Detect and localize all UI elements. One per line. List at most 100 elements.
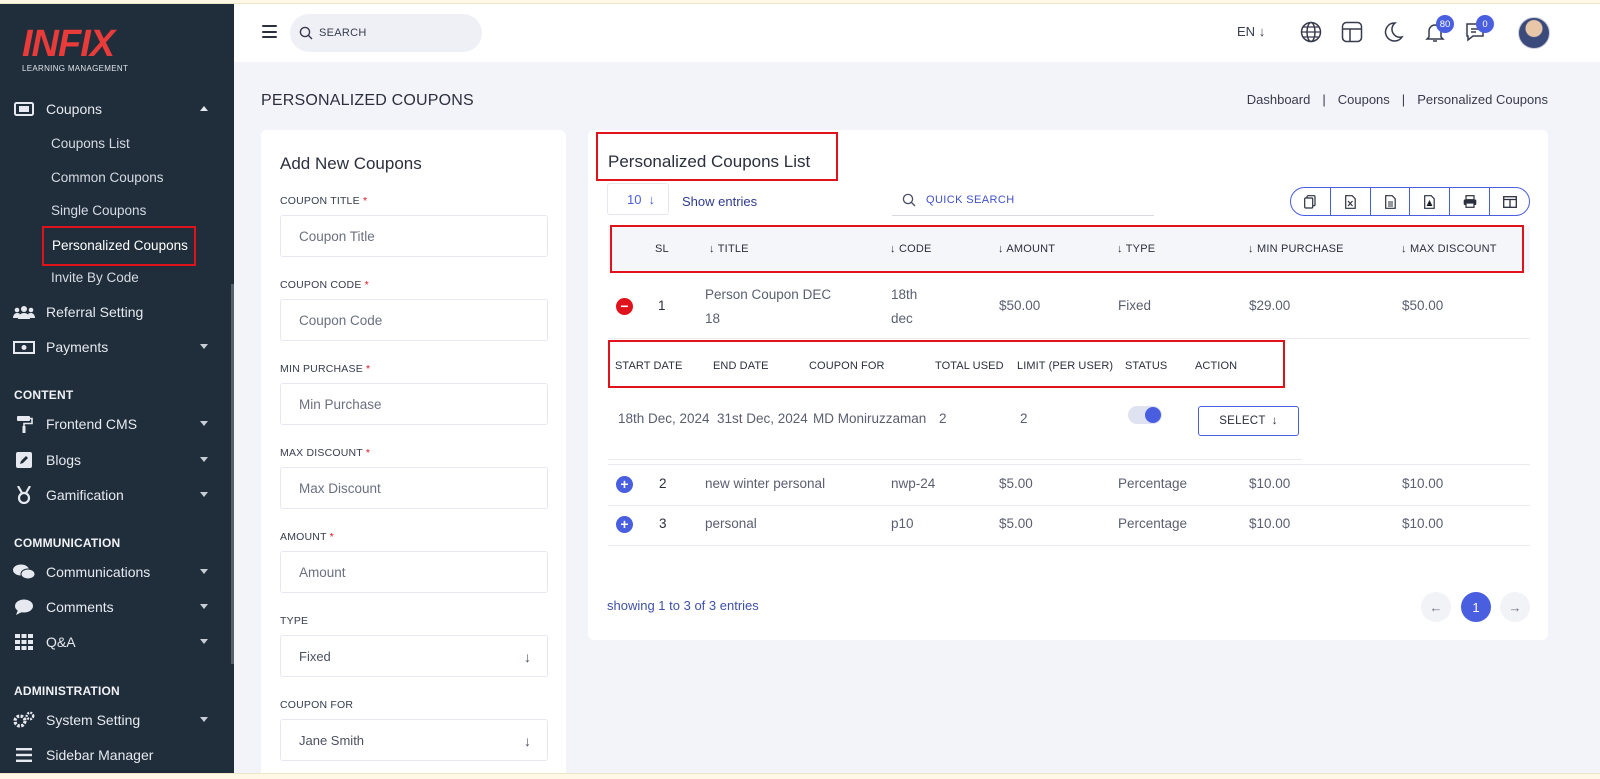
copy-button[interactable]	[1291, 188, 1331, 215]
coupon-title-input[interactable]	[280, 215, 548, 257]
coupon-code-input[interactable]	[280, 299, 548, 341]
coupon-code-label: COUPON CODE *	[280, 279, 369, 291]
type-select[interactable]: Fixed ↓	[280, 635, 548, 677]
sidebar-item-comments[interactable]: Comments	[0, 592, 230, 622]
sidebar-item-label: Referral Setting	[46, 304, 144, 320]
user-avatar[interactable]	[1518, 17, 1550, 49]
detail-total-used: 2	[939, 411, 947, 426]
arrow-down-icon: ↓	[1271, 415, 1278, 427]
menu-toggle-icon[interactable]	[262, 25, 277, 38]
sidebar-sub-single-coupons[interactable]: Single Coupons	[51, 203, 146, 218]
sidebar-item-label: Communications	[46, 564, 151, 580]
sidebar-item-referral[interactable]: Referral Setting	[0, 297, 230, 327]
users-icon	[0, 305, 46, 319]
min-purchase-input[interactable]	[280, 383, 548, 425]
entries-select[interactable]: 10 ↓	[607, 183, 669, 215]
sidebar-item-communications[interactable]: Communications	[0, 557, 230, 587]
row-divider	[608, 505, 1530, 506]
arrow-down-icon: ↓	[890, 243, 896, 255]
sidebar-item-sidebar-manager[interactable]: Sidebar Manager	[0, 740, 230, 770]
row1-type: Fixed	[1118, 298, 1152, 313]
detail-col-total-used: TOTAL USED	[935, 360, 1004, 372]
breadcrumb-separator: |	[1401, 92, 1406, 107]
sidebar-item-system-setting[interactable]: System Setting	[0, 705, 230, 735]
collapse-row-button[interactable]: −	[616, 298, 633, 315]
col-amount[interactable]: ↓ AMOUNT	[998, 243, 1055, 255]
arrow-down-icon: ↓	[648, 192, 655, 207]
sidebar-item-coupons[interactable]: Coupons	[0, 94, 230, 124]
col-max-discount[interactable]: ↓ MAX DISCOUNT	[1401, 243, 1497, 255]
sidebar-item-qa[interactable]: Q&A	[0, 627, 230, 657]
top-bar: EN ↓ 80 0	[234, 4, 1600, 62]
language-value: EN	[1237, 24, 1256, 39]
max-discount-input[interactable]	[280, 467, 548, 509]
detail-divider	[608, 459, 1302, 460]
detail-col-limit: LIMIT (PER USER)	[1017, 360, 1114, 372]
brand-logo[interactable]: INFIX LEARNING MANAGEMENT	[22, 24, 128, 73]
sidebar-sub-common-coupons[interactable]: Common Coupons	[51, 170, 164, 185]
quick-search-input[interactable]	[926, 194, 1126, 206]
sidebar-item-frontend-cms[interactable]: Frontend CMS	[0, 409, 230, 439]
prev-page-button[interactable]: ←	[1421, 592, 1451, 622]
sidebar-sub-coupons-list[interactable]: Coupons List	[51, 136, 130, 151]
breadcrumb-coupons[interactable]: Coupons	[1338, 92, 1390, 107]
row3-min-purchase: $10.00	[1249, 516, 1291, 531]
sidebar-item-payments[interactable]: Payments	[0, 332, 230, 362]
chevron-up-icon	[200, 106, 208, 111]
csv-button[interactable]	[1371, 188, 1411, 215]
pdf-button[interactable]	[1410, 188, 1451, 215]
col-min-purchase[interactable]: ↓ MIN PURCHASE	[1248, 243, 1344, 255]
layout-icon[interactable]	[1341, 21, 1365, 45]
notification-bell[interactable]: 80	[1424, 15, 1454, 45]
expand-row-button[interactable]: +	[616, 476, 633, 493]
row1-sl: 1	[658, 298, 666, 313]
col-title[interactable]: ↓ TITLE	[709, 243, 749, 255]
col-sl[interactable]: SL	[655, 243, 669, 255]
search-icon	[299, 26, 313, 40]
arrow-down-icon: ↓	[998, 243, 1004, 255]
search-input[interactable]	[319, 27, 469, 39]
notification-count-badge: 80	[1436, 15, 1454, 33]
col-type[interactable]: ↓ TYPE	[1117, 243, 1155, 255]
sidebar-item-blogs[interactable]: Blogs	[0, 445, 230, 475]
amount-input[interactable]	[280, 551, 548, 593]
sidebar-scrollbar[interactable]	[231, 284, 234, 664]
arrow-down-icon: ↓	[709, 243, 715, 255]
row-divider	[608, 464, 1530, 465]
globe-icon[interactable]	[1300, 21, 1324, 45]
detail-col-coupon-for: COUPON FOR	[809, 360, 885, 372]
quick-search-box[interactable]	[892, 185, 1154, 216]
action-select-label: SELECT	[1219, 415, 1266, 427]
comment-icon	[0, 599, 46, 615]
breadcrumb-dashboard[interactable]: Dashboard	[1247, 92, 1311, 107]
chevron-down-icon	[200, 717, 208, 722]
excel-file-icon	[1344, 194, 1356, 209]
page-button-current[interactable]: 1	[1461, 592, 1491, 622]
sidebar-sub-personalized-coupons[interactable]: Personalized Coupons	[42, 226, 196, 266]
search-box[interactable]	[290, 14, 482, 52]
moon-icon[interactable]	[1382, 21, 1406, 45]
action-select-button[interactable]: SELECT ↓	[1198, 406, 1299, 436]
messages-button[interactable]: 0	[1464, 15, 1494, 45]
sidebar-sub-invite-by-code[interactable]: Invite By Code	[51, 270, 139, 285]
row1-title-line2: 18	[705, 311, 721, 326]
row2-title: new winter personal	[705, 476, 826, 491]
list-heading: Personalized Coupons List	[608, 152, 811, 171]
expand-row-button[interactable]: +	[616, 516, 633, 533]
chevron-down-icon	[200, 344, 208, 349]
row2-amount: $5.00	[999, 476, 1033, 491]
sidebar-item-gamification[interactable]: Gamification	[0, 480, 230, 510]
coupon-for-select[interactable]: Jane Smith ↓	[280, 719, 548, 761]
print-button[interactable]	[1450, 188, 1491, 215]
status-toggle[interactable]	[1128, 406, 1162, 424]
sidebar-section-content: CONTENT	[14, 388, 74, 402]
chevron-down-icon	[200, 639, 208, 644]
columns-button[interactable]	[1490, 188, 1529, 215]
columns-icon	[1502, 195, 1517, 208]
col-code[interactable]: ↓ CODE	[890, 243, 932, 255]
language-selector[interactable]: EN ↓	[1237, 24, 1265, 39]
excel-button[interactable]	[1331, 188, 1371, 215]
next-page-button[interactable]: →	[1500, 592, 1530, 622]
chevron-down-icon	[200, 492, 208, 497]
coupons-list-card: Personalized Coupons List 10 ↓ Show entri…	[588, 130, 1548, 640]
